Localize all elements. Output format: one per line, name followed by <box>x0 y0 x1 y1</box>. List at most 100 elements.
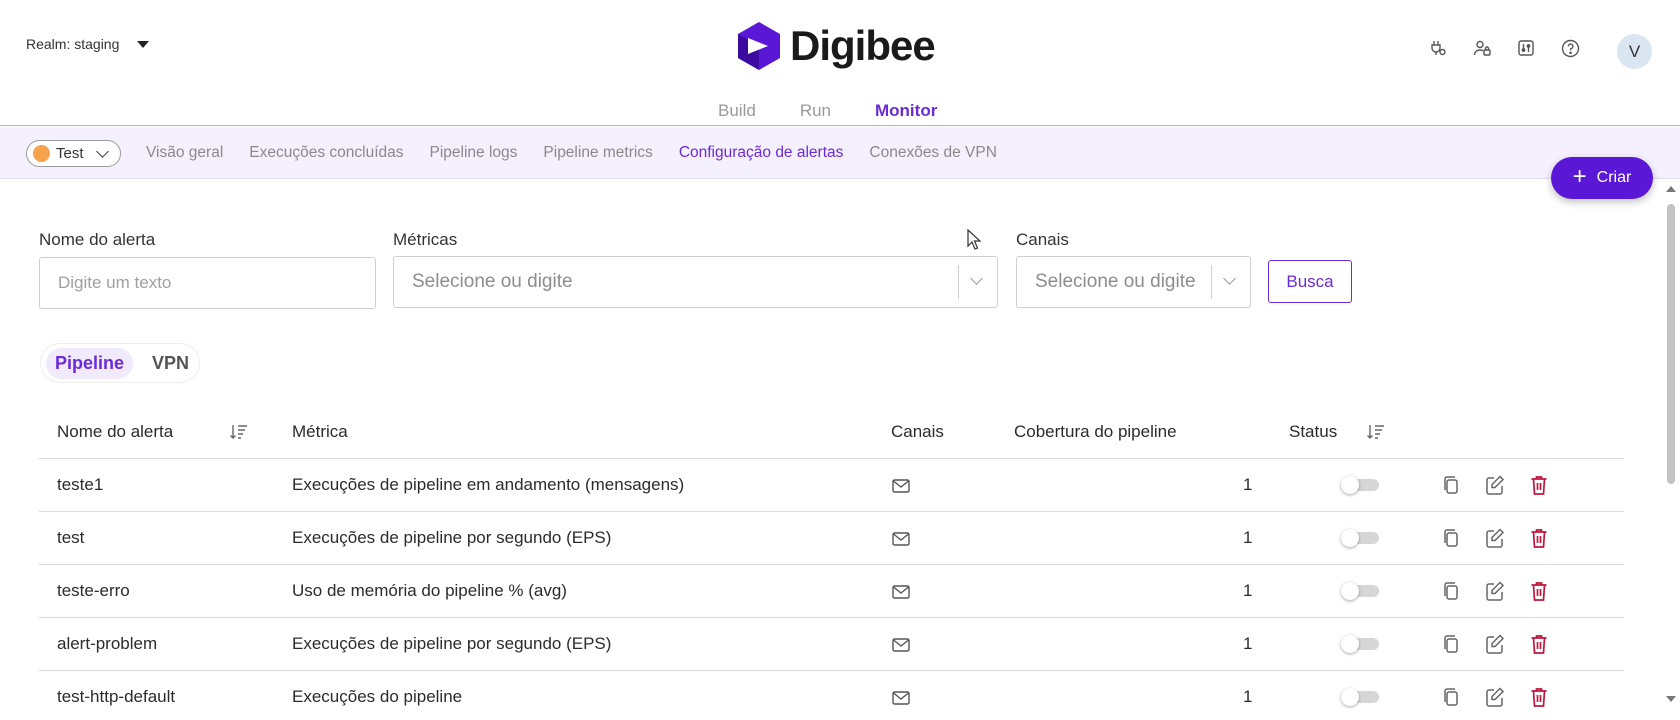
table-row[interactable]: test Execuções de pipeline por segundo (E… <box>39 512 1624 565</box>
mail-icon <box>892 637 910 652</box>
table-row[interactable]: teste1 Execuções de pipeline em andamento… <box>39 459 1624 512</box>
alert-name-input[interactable]: Digite um texto <box>39 257 376 309</box>
copy-icon[interactable] <box>1441 633 1461 655</box>
sort-icon[interactable] <box>229 423 249 441</box>
mail-icon <box>892 531 910 546</box>
table-body: teste1 Execuções de pipeline em andamento… <box>39 459 1624 720</box>
metric-cell: Execuções de pipeline em andamento (mens… <box>292 475 685 494</box>
nav-build[interactable]: Build <box>718 101 756 121</box>
scroll-up-icon[interactable] <box>1666 186 1676 192</box>
alerts-table: Nome do alerta Métrica Canais Cobertura … <box>39 406 1624 720</box>
help-icon[interactable] <box>1560 38 1580 58</box>
coverage-cell: 1 <box>1243 475 1253 494</box>
edit-icon[interactable] <box>1485 686 1505 708</box>
copy-icon[interactable] <box>1441 580 1461 602</box>
digibee-logo-icon <box>738 22 780 70</box>
mail-icon <box>892 584 910 599</box>
plug-settings-icon[interactable] <box>1428 38 1448 58</box>
delete-icon[interactable] <box>1529 474 1549 496</box>
tab-pipeline-metrics[interactable]: Pipeline metrics <box>543 144 652 162</box>
scrollbar-thumb[interactable] <box>1667 204 1675 484</box>
copy-icon[interactable] <box>1441 686 1461 708</box>
metrics-select[interactable]: Selecione ou digite <box>393 256 998 308</box>
column-alert-name: Nome do alerta <box>57 422 174 441</box>
toggle-knob <box>1341 635 1359 653</box>
search-button[interactable]: Busca <box>1268 260 1352 303</box>
vertical-scrollbar[interactable] <box>1664 182 1678 720</box>
tab-vpn-connections[interactable]: Conexões de VPN <box>869 144 997 162</box>
column-pipeline-coverage: Cobertura do pipeline <box>1014 422 1177 441</box>
toggle-knob <box>1341 688 1359 706</box>
segment-vpn[interactable]: VPN <box>143 348 198 379</box>
segment-pipeline[interactable]: Pipeline <box>46 347 134 379</box>
status-toggle[interactable] <box>1341 688 1379 706</box>
logo-text: Digibee <box>790 22 936 69</box>
delete-icon[interactable] <box>1529 633 1549 655</box>
digibee-logo[interactable]: Digibee <box>738 22 936 70</box>
user-lock-icon[interactable] <box>1472 38 1492 58</box>
status-toggle[interactable] <box>1341 582 1379 600</box>
tab-overview[interactable]: Visão geral <box>146 144 223 162</box>
nav-monitor[interactable]: Monitor <box>875 101 937 121</box>
mail-icon <box>892 690 910 705</box>
environment-selector[interactable]: Test <box>26 140 121 167</box>
caret-down-icon <box>137 40 150 48</box>
edit-icon[interactable] <box>1485 580 1505 602</box>
create-button[interactable]: + Criar <box>1551 157 1653 199</box>
tab-pipeline-logs[interactable]: Pipeline logs <box>430 144 518 162</box>
metric-cell: Execuções de pipeline por segundo (EPS) <box>292 528 612 547</box>
channels-placeholder: Selecione ou digite <box>1035 271 1196 292</box>
mouse-cursor-icon <box>967 229 981 250</box>
alert-name-cell: alert-problem <box>57 634 158 653</box>
metrics-placeholder: Selecione ou digite <box>412 271 573 292</box>
copy-icon[interactable] <box>1441 527 1461 549</box>
nav-run[interactable]: Run <box>800 101 831 121</box>
alert-name-label: Nome do alerta <box>39 230 156 249</box>
environment-label: Test <box>56 145 84 162</box>
tab-alert-configuration[interactable]: Configuração de alertas <box>679 144 844 162</box>
table-row[interactable]: alert-problem Execuções de pipeline por s… <box>39 618 1624 671</box>
chevron-down-icon <box>1223 272 1236 285</box>
tab-completed-executions[interactable]: Execuções concluídas <box>249 144 403 162</box>
chevron-down-icon <box>95 144 109 158</box>
metric-cell: Execuções do pipeline <box>292 687 463 706</box>
table-row[interactable]: test-http-default Execuções do pipeline 1 <box>39 671 1624 720</box>
subnav-tabs: Visão geral Execuções concluídas Pipelin… <box>146 144 997 162</box>
coverage-cell: 1 <box>1243 687 1253 706</box>
column-channels: Canais <box>891 422 944 441</box>
delete-icon[interactable] <box>1529 580 1549 602</box>
avatar[interactable]: V <box>1617 34 1652 69</box>
column-status: Status <box>1289 422 1338 441</box>
coverage-cell: 1 <box>1243 528 1253 547</box>
delete-icon[interactable] <box>1529 686 1549 708</box>
alert-type-toggle: Pipeline VPN <box>40 343 200 383</box>
status-toggle[interactable] <box>1341 529 1379 547</box>
status-toggle[interactable] <box>1341 476 1379 494</box>
environment-dot-icon <box>33 145 50 162</box>
toggle-knob <box>1341 529 1359 547</box>
metrics-label: Métricas <box>393 230 458 249</box>
edit-icon[interactable] <box>1485 474 1505 496</box>
create-button-label: Criar <box>1596 169 1632 186</box>
realm-selector[interactable]: Realm: staging <box>26 36 150 52</box>
status-toggle[interactable] <box>1341 635 1379 653</box>
select-divider <box>958 265 959 299</box>
alert-name-cell: teste1 <box>57 475 104 494</box>
coverage-cell: 1 <box>1243 581 1253 600</box>
scroll-down-icon[interactable] <box>1666 696 1676 702</box>
header-actions <box>1428 38 1580 58</box>
channels-label: Canais <box>1016 230 1069 249</box>
channels-select[interactable]: Selecione ou digite <box>1016 256 1251 308</box>
copy-icon[interactable] <box>1441 474 1461 496</box>
toggle-knob <box>1341 582 1359 600</box>
plus-icon: + <box>1572 163 1587 190</box>
mail-icon <box>892 478 910 493</box>
top-header: Realm: staging Digibee V Build Run Monit… <box>0 0 1680 126</box>
sliders-icon[interactable] <box>1516 38 1536 58</box>
realm-label: Realm: staging <box>26 36 120 52</box>
delete-icon[interactable] <box>1529 527 1549 549</box>
edit-icon[interactable] <box>1485 527 1505 549</box>
sort-icon[interactable] <box>1366 423 1386 441</box>
table-row[interactable]: teste-erro Uso de memória do pipeline % (… <box>39 565 1624 618</box>
edit-icon[interactable] <box>1485 633 1505 655</box>
